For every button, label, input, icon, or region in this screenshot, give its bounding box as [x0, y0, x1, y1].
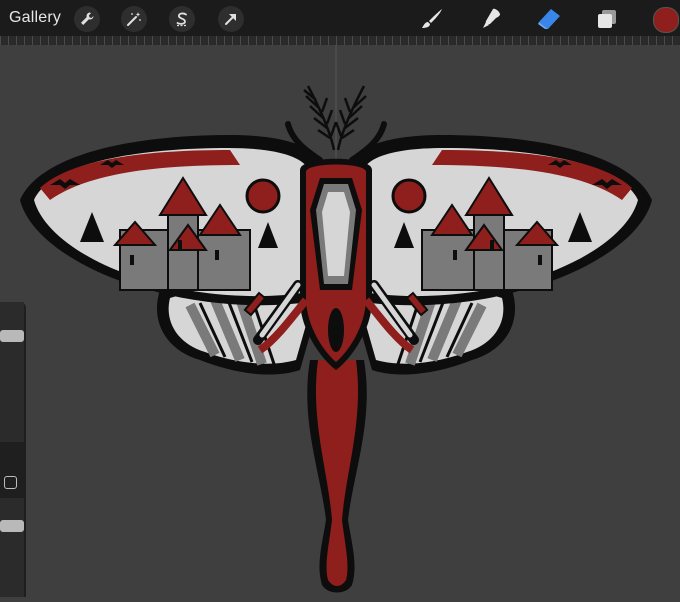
- magic-wand-icon: [127, 12, 141, 26]
- upper-wing-right: [352, 135, 652, 306]
- brush-size-thumb[interactable]: [0, 330, 24, 342]
- selection-s-icon: [176, 12, 187, 27]
- smudge-icon: [483, 8, 500, 28]
- modify-button[interactable]: [4, 476, 17, 489]
- eraser-icon: [538, 9, 560, 29]
- upper-wing-left: [20, 135, 320, 306]
- transform-button[interactable]: [218, 6, 244, 32]
- selection-button[interactable]: [169, 6, 195, 32]
- actions-button[interactable]: [74, 6, 100, 32]
- drawing-canvas[interactable]: [0, 45, 680, 597]
- opacity-slider[interactable]: [0, 498, 24, 597]
- color-picker-button[interactable]: [653, 7, 679, 33]
- wrench-icon: [81, 12, 94, 25]
- gallery-button[interactable]: Gallery: [9, 9, 61, 27]
- brush-size-slider[interactable]: [0, 302, 24, 442]
- brush-sidebar: [0, 302, 26, 597]
- opacity-thumb[interactable]: [0, 520, 24, 532]
- brush-tool[interactable]: [419, 6, 445, 32]
- layers-button[interactable]: [594, 6, 620, 32]
- layers-icon: [598, 10, 616, 28]
- arrow-cursor-icon: [225, 14, 236, 25]
- canvas-ruler: [0, 36, 680, 45]
- moth-artwork: [20, 45, 652, 593]
- smudge-tool[interactable]: [478, 6, 504, 32]
- eraser-tool[interactable]: [536, 6, 562, 32]
- antenna-left: [303, 85, 338, 151]
- top-toolbar: Gallery: [0, 0, 680, 36]
- adjustments-button[interactable]: [121, 6, 147, 32]
- brush-icon: [422, 9, 442, 28]
- antenna-right: [334, 85, 367, 151]
